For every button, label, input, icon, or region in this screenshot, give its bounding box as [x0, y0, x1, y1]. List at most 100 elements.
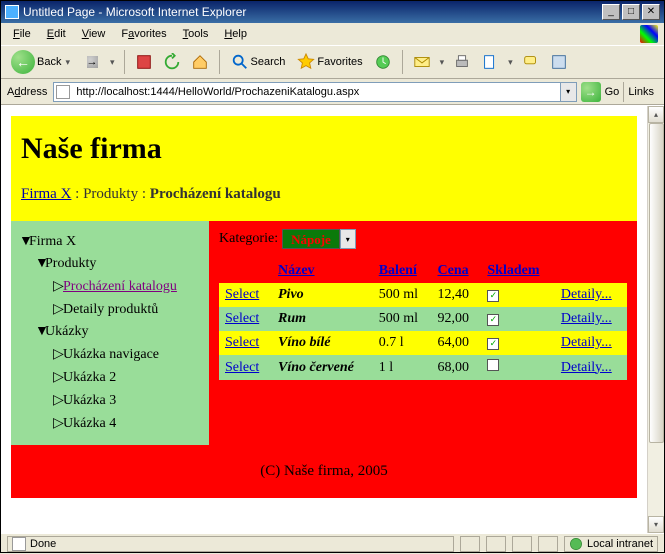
select-link[interactable]: Select	[225, 335, 259, 350]
research-button[interactable]	[547, 50, 571, 74]
address-dropdown-button[interactable]: ▾	[561, 82, 577, 102]
col-detail	[555, 259, 627, 283]
sidebar-item-ukazka-nav[interactable]: ▷Ukázka navigace	[19, 343, 201, 366]
col-stock[interactable]: Skladem	[481, 259, 555, 283]
home-button[interactable]	[188, 50, 212, 74]
col-name[interactable]: Název	[272, 259, 373, 283]
breadcrumb-sep: :	[75, 186, 83, 202]
category-selected: Nápoje	[282, 229, 340, 249]
detail-link[interactable]: Detaily...	[561, 335, 612, 350]
col-price[interactable]: Cena	[432, 259, 482, 283]
titlebar: Untitled Page - Microsoft Internet Explo…	[1, 1, 664, 23]
sidebar-item-ukazka2[interactable]: ▷Ukázka 2	[19, 366, 201, 389]
favorites-button[interactable]: Favorites	[293, 51, 366, 73]
status-zone: Local intranet	[564, 536, 658, 552]
site-title: Naše firma	[21, 132, 627, 166]
menu-help[interactable]: Help	[218, 26, 253, 42]
favorites-label: Favorites	[317, 56, 362, 68]
close-button[interactable]: ✕	[642, 4, 660, 20]
page-header: Naše firma Firma X : Produkty : Procháze…	[11, 116, 637, 221]
sidebar-item-ukazky[interactable]: ▼Ukázky	[19, 321, 201, 343]
select-link[interactable]: Select	[225, 287, 259, 302]
cell-price: 12,40	[432, 283, 482, 307]
sidebar-item-ukazka3[interactable]: ▷Ukázka 3	[19, 389, 201, 412]
links-toolbar[interactable]: Links	[623, 82, 658, 102]
vertical-scrollbar[interactable]: ▴ ▾	[647, 106, 664, 533]
separator	[219, 50, 220, 74]
col-select	[219, 259, 272, 283]
page-favicon-icon	[12, 537, 26, 551]
back-button[interactable]: ← Back ▾	[7, 48, 76, 76]
forward-button[interactable]: →	[80, 50, 104, 74]
back-label: Back	[37, 56, 61, 68]
address-input[interactable]	[53, 82, 560, 102]
back-arrow-icon: ←	[11, 50, 35, 74]
stock-checkbox[interactable]: ✓	[487, 290, 499, 302]
scroll-thumb[interactable]	[649, 123, 664, 443]
edit-dropdown-icon[interactable]: ▾	[506, 57, 515, 68]
separator	[402, 50, 403, 74]
search-icon	[231, 53, 249, 71]
table-row: Select Pivo 500 ml 12,40 ✓ Detaily...	[219, 283, 627, 307]
detail-link[interactable]: Detaily...	[561, 311, 612, 326]
select-link[interactable]: Select	[225, 360, 259, 375]
separator	[124, 50, 125, 74]
cell-name: Víno červené	[272, 355, 373, 380]
sidebar-item-firma[interactable]: ▼Firma X	[19, 231, 201, 253]
breadcrumb-root-link[interactable]: Firma X	[21, 186, 71, 202]
forward-arrow-icon: →	[87, 56, 98, 68]
intranet-icon	[569, 537, 583, 551]
mail-button[interactable]	[410, 50, 434, 74]
breadcrumb-sep: :	[142, 186, 150, 202]
sidebar-item-prochazeni[interactable]: ▷Procházení katalogu	[19, 275, 201, 298]
table-row: Select Rum 500 ml 92,00 ✓ Detaily...	[219, 307, 627, 331]
history-button[interactable]	[371, 50, 395, 74]
menu-edit[interactable]: Edit	[41, 26, 72, 42]
minimize-button[interactable]: _	[602, 4, 620, 20]
category-label: Kategorie:	[219, 231, 278, 247]
sidebar-item-ukazka4[interactable]: ▷Ukázka 4	[19, 412, 201, 435]
menu-tools[interactable]: Tools	[177, 26, 215, 42]
address-label: Address	[7, 86, 47, 98]
cell-name: Pivo	[272, 283, 373, 307]
category-select[interactable]: Nápoje ▾	[282, 229, 356, 249]
select-link[interactable]: Select	[225, 311, 259, 326]
toolbar: ← Back ▾ → ▾ Search Favorites ▾ ▾	[1, 45, 664, 79]
print-button[interactable]	[450, 50, 474, 74]
menu-favorites[interactable]: Favorites	[115, 26, 172, 42]
edit-button[interactable]	[478, 50, 502, 74]
cell-pack: 500 ml	[373, 283, 432, 307]
address-bar: Address ▾ → Go Links	[1, 79, 664, 105]
star-icon	[297, 53, 315, 71]
menu-view[interactable]: View	[76, 26, 112, 42]
cell-name: Víno bílé	[272, 331, 373, 355]
status-cell	[486, 536, 506, 552]
maximize-button[interactable]: □	[622, 4, 640, 20]
detail-link[interactable]: Detaily...	[561, 287, 612, 302]
page-footer: (C) Naše firma, 2005	[11, 445, 637, 498]
go-button[interactable]: →	[581, 82, 601, 102]
scroll-down-button[interactable]: ▾	[648, 516, 664, 533]
detail-link[interactable]: Detaily...	[561, 360, 612, 375]
scroll-up-button[interactable]: ▴	[648, 106, 664, 123]
stock-checkbox[interactable]: ✓	[487, 338, 499, 350]
stock-checkbox[interactable]	[487, 359, 499, 371]
cell-price: 64,00	[432, 331, 482, 355]
status-cell	[512, 536, 532, 552]
cell-pack: 1 l	[373, 355, 432, 380]
search-button[interactable]: Search	[227, 51, 290, 73]
mail-dropdown-icon[interactable]: ▾	[438, 57, 447, 68]
forward-dropdown-icon[interactable]: ▾	[108, 57, 117, 68]
cell-name: Rum	[272, 307, 373, 331]
sidebar-item-produkty[interactable]: ▼Produkty	[19, 253, 201, 275]
sidebar-item-detaily[interactable]: ▷Detaily produktů	[19, 298, 201, 321]
back-dropdown-icon[interactable]: ▾	[63, 57, 72, 68]
discuss-button[interactable]	[519, 50, 543, 74]
stock-checkbox[interactable]: ✓	[487, 314, 499, 326]
col-pack[interactable]: Balení	[373, 259, 432, 283]
stop-button[interactable]	[132, 50, 156, 74]
refresh-button[interactable]	[160, 50, 184, 74]
menu-file[interactable]: File	[7, 26, 37, 42]
breadcrumb-current: Procházení katalogu	[150, 186, 281, 202]
menubar: File Edit View Favorites Tools Help	[1, 23, 664, 45]
